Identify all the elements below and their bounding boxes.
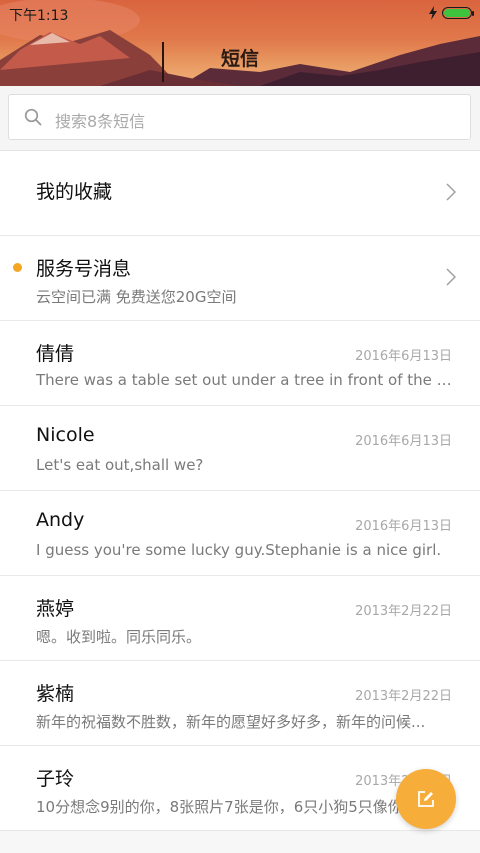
contact-name: 子玲 [36,768,75,790]
message-preview: 嗯。收到啦。同乐同乐。 [36,628,202,646]
message-date: 2016年6月13日 [355,349,452,364]
message-preview: 10分想念9别的你，8张照片7张是你，6只小狗5只像你... [36,798,418,816]
header: 下午1:13 短信 [0,0,480,86]
conversation-list: 我的收藏 服务号消息 云空间已满 免费送您20G空间 倩倩 2016年6月13日… [0,151,480,831]
message-date: 2016年6月13日 [355,434,452,449]
compose-button[interactable] [396,769,456,829]
message-preview: 新年的祝福数不胜数，新年的愿望好多好多，新年的问候... [36,713,426,731]
chevron-right-icon [446,183,456,201]
contact-name: 燕婷 [36,598,75,620]
favorites-row[interactable]: 我的收藏 [0,151,480,236]
contact-name: Nicole [36,424,95,446]
search-area: 搜索8条短信 [0,86,480,151]
contact-name: 倩倩 [36,343,75,365]
header-landscape [0,0,480,86]
bolt-icon [429,6,437,20]
conversation-row[interactable]: 燕婷 2013年2月22日 嗯。收到啦。同乐同乐。 [0,576,480,661]
message-preview: There was a table set out under a tree i… [36,371,454,389]
contact-name: Andy [36,509,85,531]
message-date: 2016年6月13日 [355,519,452,534]
unread-dot [13,263,22,272]
conversation-row[interactable]: Nicole 2016年6月13日 Let's eat out,shall we… [0,406,480,491]
battery-level [444,9,470,17]
page-title: 短信 [220,48,259,70]
message-preview: Let's eat out,shall we? [36,456,204,474]
message-date: 2013年2月22日 [355,604,452,619]
status-indicators [428,6,474,20]
row-subtitle: 云空间已满 免费送您20G空间 [36,288,237,306]
search-icon [24,108,42,126]
battery-icon [442,7,474,19]
search-placeholder: 搜索8条短信 [55,112,146,131]
chevron-right-icon [446,268,456,286]
search-input[interactable]: 搜索8条短信 [8,94,471,140]
compose-icon [418,791,434,807]
status-time: 下午1:13 [9,8,69,24]
row-title: 我的收藏 [36,181,113,203]
message-preview: I guess you're some lucky guy.Stephanie … [36,541,442,559]
conversation-row[interactable]: 紫楠 2013年2月22日 新年的祝福数不胜数，新年的愿望好多好多，新年的问候.… [0,661,480,746]
contact-name: 紫楠 [36,683,75,705]
message-date: 2013年2月22日 [355,689,452,704]
service-messages-row[interactable]: 服务号消息 云空间已满 免费送您20G空间 [0,236,480,321]
row-title: 服务号消息 [36,258,132,280]
conversation-row[interactable]: Andy 2016年6月13日 I guess you're some luck… [0,491,480,576]
conversation-row[interactable]: 倩倩 2016年6月13日 There was a table set out … [0,321,480,406]
